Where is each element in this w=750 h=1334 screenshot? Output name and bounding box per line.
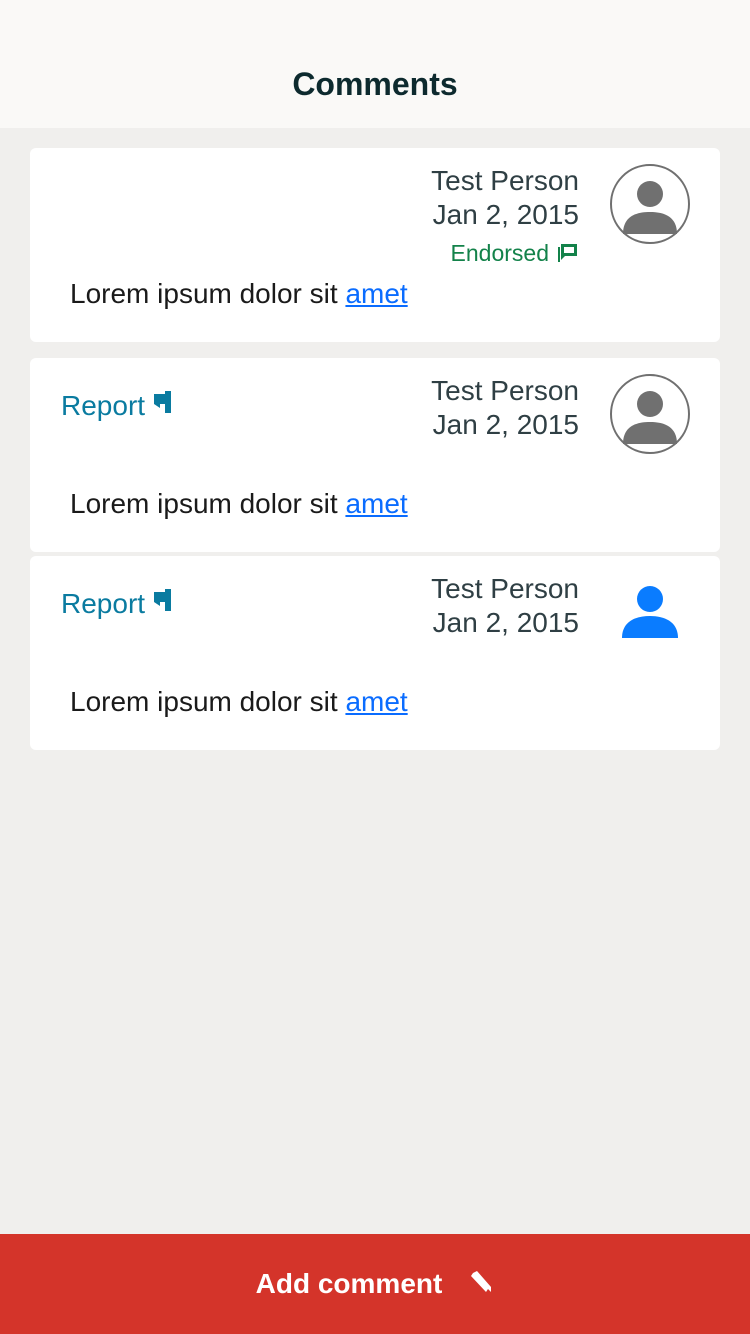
comment-text: Lorem ipsum dolor sit amet — [70, 277, 408, 311]
comment-date: Jan 2, 2015 — [432, 607, 579, 638]
author-block: Test Person Jan 2, 2015 Endorsed — [431, 164, 579, 270]
report-label: Report — [61, 390, 146, 421]
avatar — [610, 572, 690, 652]
comment-text-content: Lorem ipsum dolor sit — [70, 686, 346, 717]
report-button[interactable]: Report — [61, 387, 173, 423]
comment-text-content: Lorem ipsum dolor sit — [70, 278, 346, 309]
report-button[interactable]: Report — [61, 585, 173, 621]
comment-link[interactable]: amet — [345, 488, 407, 519]
page-title: Comments — [292, 66, 458, 102]
author-name: Test Person — [431, 375, 579, 406]
header: Comments — [0, 0, 750, 128]
flag-icon — [153, 387, 173, 421]
avatar — [610, 164, 690, 244]
comment-card: Report Test Person Jan 2, 2015 Lorem ips… — [30, 556, 720, 750]
avatar — [610, 374, 690, 454]
pencil-icon — [468, 1269, 494, 1300]
add-comment-content: Add comment — [0, 1234, 750, 1334]
report-label: Report — [61, 588, 146, 619]
author-name: Test Person — [431, 165, 579, 196]
user-circle-outline-icon — [623, 391, 677, 444]
add-comment-label: Add comment — [255, 1268, 443, 1299]
comment-card: Report Test Person Jan 2, 2015 Lorem ips… — [30, 358, 720, 552]
comment-card: Test Person Jan 2, 2015 Endorsed Lorem i… — [30, 148, 720, 342]
comment-date: Jan 2, 2015 — [432, 199, 579, 230]
endorsed-label: Endorsed — [450, 240, 549, 266]
comment-link[interactable]: amet — [345, 278, 407, 309]
author-name: Test Person — [431, 573, 579, 604]
comment-link[interactable]: amet — [345, 686, 407, 717]
user-solid-icon — [622, 586, 678, 638]
user-circle-outline-icon — [623, 181, 677, 234]
author-block: Test Person Jan 2, 2015 — [431, 572, 579, 640]
add-comment-button[interactable]: Add comment — [0, 1234, 750, 1334]
comment-text-content: Lorem ipsum dolor sit — [70, 488, 346, 519]
flag-icon — [153, 585, 173, 619]
endorsed-icon — [557, 240, 579, 270]
comment-text: Lorem ipsum dolor sit amet — [70, 685, 408, 719]
author-block: Test Person Jan 2, 2015 — [431, 374, 579, 442]
comment-date: Jan 2, 2015 — [432, 409, 579, 440]
comment-text: Lorem ipsum dolor sit amet — [70, 487, 408, 521]
endorsed-badge: Endorsed — [431, 238, 579, 270]
